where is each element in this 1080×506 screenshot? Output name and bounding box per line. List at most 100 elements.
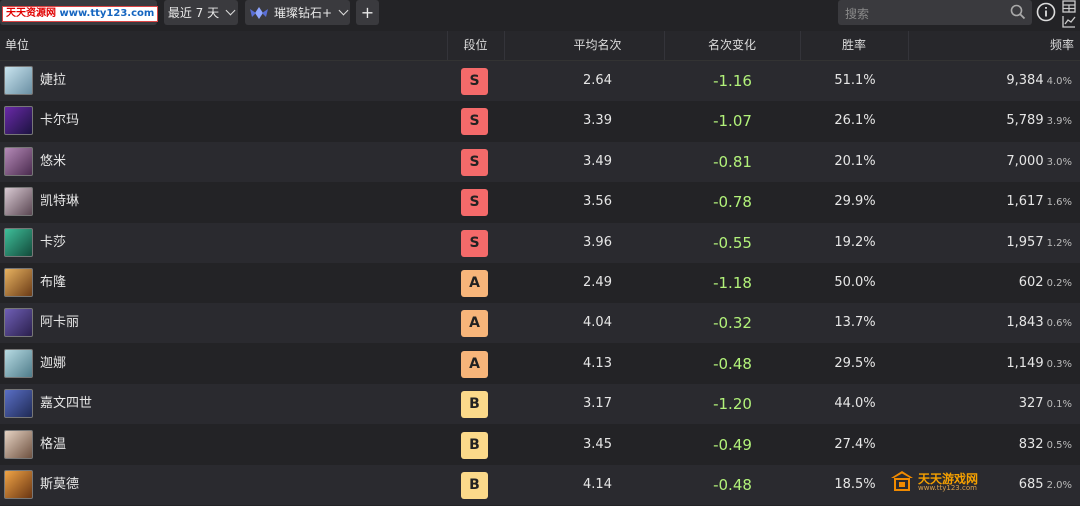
watermark-top: 天天资源网 www.tty123.com bbox=[2, 6, 159, 22]
frequency: 7,000 3.0% bbox=[930, 142, 1072, 182]
champion-name[interactable]: 布隆 bbox=[40, 263, 66, 303]
frequency-count: 1,149 bbox=[1006, 355, 1044, 371]
frequency-count: 1,957 bbox=[1006, 234, 1044, 250]
tier-badge: S bbox=[461, 108, 488, 136]
info-icon[interactable] bbox=[1036, 2, 1056, 22]
rank-dropdown[interactable]: 璀璨钻石+ bbox=[245, 0, 350, 25]
watermark-logo-icon bbox=[891, 471, 913, 491]
tier-badge: B bbox=[461, 431, 488, 459]
placement-change: -0.78 bbox=[713, 193, 752, 212]
placement-change: -1.16 bbox=[713, 72, 752, 90]
win-rate: 19.2% bbox=[834, 234, 876, 250]
tier-badge: B bbox=[461, 391, 488, 419]
champion-avatar[interactable] bbox=[4, 308, 33, 338]
champion-name[interactable]: 迦娜 bbox=[40, 344, 66, 384]
avg-placement: 4.14 bbox=[583, 477, 612, 492]
table-row[interactable]: 卡尔玛 S 3.39 -1.07 26.1% 5,789 3.9% bbox=[0, 101, 1080, 142]
champion-avatar[interactable] bbox=[4, 146, 33, 176]
avg-placement: 3.17 bbox=[583, 396, 612, 412]
champion-avatar[interactable] bbox=[4, 429, 33, 459]
frequency: 832 0.5% bbox=[930, 425, 1072, 465]
table-row[interactable]: 阿卡丽 A 4.04 -0.32 13.7% 1,843 0.6% bbox=[0, 303, 1080, 344]
tier-badge: S bbox=[461, 189, 488, 217]
champion-name[interactable]: 格温 bbox=[40, 425, 66, 465]
champion-avatar[interactable] bbox=[4, 389, 33, 419]
frequency-count: 9,384 bbox=[1006, 73, 1044, 88]
champion-avatar[interactable] bbox=[4, 348, 33, 378]
champion-name[interactable]: 卡尔玛 bbox=[40, 101, 79, 141]
table-row[interactable]: 嘉文四世 B 3.17 -1.20 44.0% 327 0.1% bbox=[0, 384, 1080, 425]
placement-change: -0.81 bbox=[713, 152, 752, 171]
win-rate: 50.0% bbox=[834, 275, 876, 290]
frequency-count: 602 bbox=[1018, 275, 1044, 290]
frequency-percent: 1.6% bbox=[1046, 197, 1072, 209]
chart-view-icon[interactable] bbox=[1062, 15, 1076, 28]
column-placement-change[interactable]: 名次变化 bbox=[664, 31, 800, 60]
table-row[interactable]: 布隆 A 2.49 -1.18 50.0% 602 0.2% bbox=[0, 263, 1080, 303]
watermark-top-url: www.tty123.com bbox=[56, 8, 155, 19]
frequency-percent: 0.3% bbox=[1046, 358, 1072, 370]
champion-avatar[interactable] bbox=[4, 187, 33, 217]
table-row[interactable]: 悠米 S 3.49 -0.81 20.1% 7,000 3.0% bbox=[0, 141, 1080, 182]
avg-placement: 2.64 bbox=[583, 73, 612, 88]
watermark-top-text: 天天资源网 bbox=[6, 8, 56, 19]
table-row[interactable]: 卡莎 S 3.96 -0.55 19.2% 1,957 1.2% bbox=[0, 222, 1080, 263]
champion-avatar[interactable] bbox=[4, 268, 33, 297]
frequency-percent: 0.6% bbox=[1046, 318, 1072, 330]
watermark-bottom: 天天游戏网 www.tty123.com bbox=[890, 470, 990, 494]
period-label: 最近 7 天 bbox=[167, 6, 220, 20]
tier-badge: A bbox=[461, 350, 488, 378]
tier-badge: B bbox=[461, 472, 488, 499]
table-row[interactable]: 凯特琳 S 3.56 -0.78 29.9% 1,617 1.6% bbox=[0, 182, 1080, 223]
placement-change: -0.32 bbox=[713, 314, 752, 333]
champion-name[interactable]: 阿卡丽 bbox=[40, 303, 79, 343]
toolbar: 天天资源网 www.tty123.com 最近 7 天 璀璨钻石+ + bbox=[0, 0, 1080, 31]
placement-change: -0.55 bbox=[713, 233, 752, 252]
period-dropdown[interactable]: 最近 7 天 bbox=[164, 0, 238, 25]
frequency-percent: 4.0% bbox=[1046, 76, 1072, 87]
chevron-down-icon bbox=[225, 5, 236, 16]
champion-name[interactable]: 凯特琳 bbox=[40, 182, 79, 222]
champion-name[interactable]: 婕拉 bbox=[40, 61, 66, 101]
frequency: 1,957 1.2% bbox=[930, 223, 1072, 263]
table-view-icon[interactable] bbox=[1062, 0, 1076, 13]
frequency: 9,384 4.0% bbox=[930, 61, 1072, 101]
champion-avatar[interactable] bbox=[4, 470, 33, 499]
champion-avatar[interactable] bbox=[4, 106, 33, 136]
search-icon[interactable] bbox=[1010, 4, 1026, 20]
frequency-count: 832 bbox=[1018, 436, 1044, 452]
diamond-rank-icon bbox=[249, 6, 268, 19]
win-rate: 51.1% bbox=[834, 73, 876, 88]
tier-badge: A bbox=[461, 310, 488, 338]
search-input[interactable] bbox=[838, 0, 1015, 27]
avg-placement: 3.49 bbox=[583, 153, 612, 169]
table-row[interactable]: 迦娜 A 4.13 -0.48 29.5% 1,149 0.3% bbox=[0, 343, 1080, 384]
column-tier[interactable]: 段位 bbox=[447, 31, 504, 60]
table-header: 单位 段位 平均名次 名次变化 胜率 频率 bbox=[0, 31, 1080, 61]
column-avg-placement[interactable]: 平均名次 bbox=[504, 31, 691, 60]
frequency-count: 327 bbox=[1018, 396, 1044, 412]
add-filter-button[interactable]: + bbox=[356, 0, 379, 25]
rank-label: 璀璨钻石+ bbox=[273, 6, 333, 20]
frequency-percent: 0.5% bbox=[1046, 439, 1072, 451]
table-row[interactable]: 格温 B 3.45 -0.49 27.4% 832 0.5% bbox=[0, 424, 1080, 465]
avg-placement: 4.04 bbox=[583, 315, 612, 331]
champion-name[interactable]: 悠米 bbox=[40, 142, 66, 182]
champion-name[interactable]: 嘉文四世 bbox=[40, 384, 92, 424]
column-frequency[interactable]: 频率 bbox=[908, 31, 1074, 60]
champion-name[interactable]: 卡莎 bbox=[40, 223, 66, 263]
champion-name[interactable]: 斯莫德 bbox=[40, 465, 79, 505]
table-row[interactable]: 婕拉 S 2.64 -1.16 51.1% 9,384 4.0% bbox=[0, 61, 1080, 101]
tier-badge: S bbox=[461, 68, 488, 95]
win-rate: 29.5% bbox=[834, 355, 876, 371]
column-win-rate[interactable]: 胜率 bbox=[800, 31, 908, 60]
avg-placement: 3.39 bbox=[583, 113, 612, 129]
column-unit[interactable]: 单位 bbox=[5, 31, 29, 60]
champion-avatar[interactable] bbox=[4, 66, 33, 95]
placement-change: -0.48 bbox=[713, 354, 752, 373]
avg-placement: 3.56 bbox=[583, 194, 612, 210]
search-box bbox=[838, 0, 1032, 27]
champion-avatar[interactable] bbox=[4, 227, 33, 257]
frequency: 1,149 0.3% bbox=[930, 344, 1072, 384]
frequency-count: 1,617 bbox=[1006, 194, 1044, 210]
